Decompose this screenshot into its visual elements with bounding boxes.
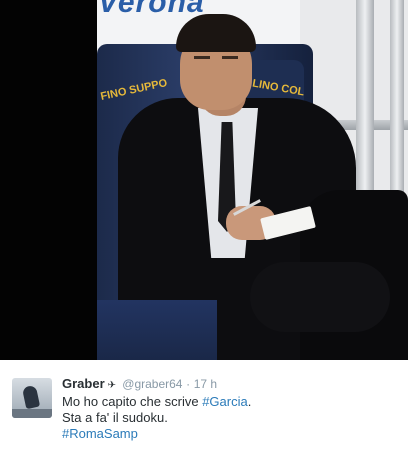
coach-brow — [194, 56, 210, 59]
tweet-timestamp[interactable]: 17 h — [194, 377, 217, 391]
photo-black-border — [0, 0, 97, 360]
tweet-text: Mo ho capito che scrive #Garcia. Sta a f… — [62, 394, 251, 442]
separator-dot: · — [186, 377, 191, 391]
dugout-seat-front — [97, 300, 217, 360]
tweet-line-1: Mo ho capito che scrive #Garcia. — [62, 394, 251, 410]
tweet-line-1-text: Mo ho capito che scrive — [62, 394, 203, 409]
avatar-ground — [12, 409, 52, 418]
avatar[interactable] — [12, 378, 52, 418]
user-handle[interactable]: @graber64 — [122, 377, 182, 391]
stadium-banner-text: Verona — [98, 0, 205, 19]
tweet-line-1-end: . — [247, 394, 252, 409]
pin-icon: ✈ — [107, 380, 117, 391]
hashtag-romasamp[interactable]: #RomaSamp — [62, 426, 251, 442]
user-name[interactable]: Graber — [62, 376, 105, 391]
tweet-photo[interactable]: Verona FINO SUPPO LINO COL — [0, 0, 408, 360]
hashtag-garcia[interactable]: #Garcia — [202, 394, 248, 409]
tweet-card[interactable]: Graber ✈ @graber64 · 17 h Mo ho capito ch… — [0, 360, 408, 450]
coach-knee — [250, 262, 390, 332]
tweet-line-2: Sta a fa' il sudoku. — [62, 410, 168, 425]
tweet-header: Graber ✈ @graber64 · 17 h — [62, 376, 217, 391]
avatar-figure — [21, 384, 41, 410]
coach-brow — [222, 56, 238, 59]
